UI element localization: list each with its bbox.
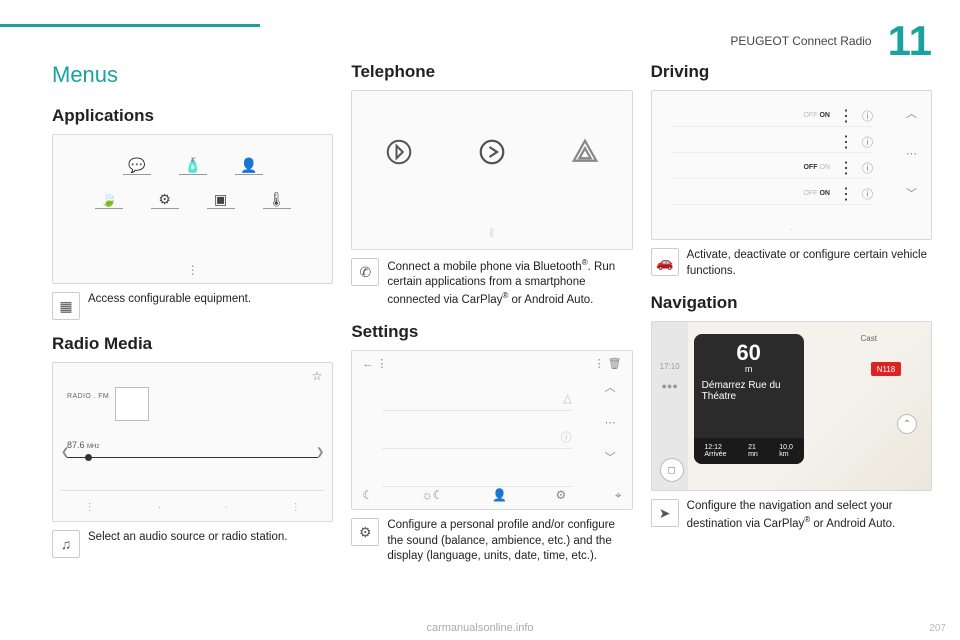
chevron-down-icon: ﹀ (605, 449, 616, 465)
location-icon: ⌖ (615, 488, 622, 503)
driving-desc: Activate, deactivate or configure certai… (687, 248, 932, 279)
telephone-desc: Connect a mobile phone via Bluetooth®. R… (387, 258, 632, 308)
overflow-dots: ⋮ (53, 263, 332, 277)
applications-desc: Access configurable equipment. (88, 292, 333, 308)
app-icon: 🧴 (179, 157, 207, 175)
nav-instruction-card: 60 m Démarrez Rue du Théatre 12:12Arrivé… (694, 334, 804, 464)
profile-icon: 👤 (492, 488, 507, 503)
map-poi-label: Cast (861, 334, 877, 343)
prev-icon: ❮ (61, 447, 69, 458)
phone-icon: ✆ (351, 258, 379, 286)
telephone-heading: Telephone (351, 62, 632, 82)
clock-value: 17:10 (660, 362, 680, 371)
column-2: Telephone ᛒ ✆ Connect (351, 62, 632, 602)
settings-desc: Configure a personal profile and/or conf… (387, 518, 632, 565)
page-dot-icon: · (158, 502, 161, 513)
radio-media-desc: Select an audio source or radio station. (88, 530, 333, 546)
applications-screenshot: 💬 🧴 👤 🍃 ⚙ ▣ 🌡 ⋮ (52, 134, 333, 284)
menu-dots-icon: ⋮ (291, 502, 301, 513)
music-note-icon: ♫ (52, 530, 80, 558)
dots-icon: ●●● (662, 381, 678, 391)
navigation-heading: Navigation (651, 293, 932, 313)
watermark: carmanualsonline.info (0, 622, 960, 634)
road-badge: N118 (871, 362, 901, 376)
bluetooth-small-icon: ᛒ (352, 228, 631, 239)
info-icon: ⓘ (862, 108, 873, 124)
column-3: Driving ︿ ⋯ ﹀ OFFON ⋮ ⓘ ⋮ ⓘ OFFON (651, 62, 932, 602)
app-icon: 💬 (123, 157, 151, 175)
trash-icon: ⋮ 🗑 (594, 357, 622, 370)
nav-street: Démarrez Rue du Théatre (702, 380, 796, 402)
menus-heading: Menus (52, 62, 333, 88)
chevron-down-icon: ﹀ (906, 185, 917, 201)
driving-heading: Driving (651, 62, 932, 82)
gear-icon: ⚙ (351, 518, 379, 546)
info-icon: ⓘ (862, 160, 873, 176)
compass-icon: ⌃ (897, 414, 917, 434)
app-icon: 🍃 (95, 191, 123, 209)
brightness-icon: ☼☾ (422, 488, 444, 503)
radio-media-heading: Radio Media (52, 334, 333, 354)
menu-dots-icon: ⋮ (85, 502, 95, 513)
telephone-screenshot: ᛒ (351, 90, 632, 250)
info-icon: ⓘ (862, 186, 873, 202)
chevron-up-icon: ︿ (605, 379, 616, 395)
station-art-placeholder (115, 387, 149, 421)
radio-media-screenshot: ☆ RADIO . FM 87.6 MHz ❮ ❯ ⋮ · · ⋮ (52, 362, 333, 522)
bluetooth-icon (384, 137, 414, 174)
radio-source-label: RADIO . FM (67, 393, 109, 400)
app-icon: ⚙ (151, 191, 179, 209)
ellipsis-icon: ⋯ (605, 416, 616, 429)
navigation-desc: Configure the navigation and select your… (687, 499, 932, 532)
nav-arrow-icon: ➤ (651, 499, 679, 527)
frequency-unit: MHz (87, 444, 99, 450)
carplay-icon (477, 137, 507, 174)
header-title: PEUGEOT Connect Radio (730, 34, 871, 48)
info-icon: ⓘ (862, 134, 873, 150)
tuning-slider (67, 457, 318, 458)
back-icon: ← ⋮ (362, 357, 387, 370)
settings-screenshot: ← ⋮ ⋮ 🗑 ︿ ⋯ ﹀ △ ⓘ ☾ ☼☾ 👤 ⚙ ⌖ (351, 350, 632, 510)
grid-icon: ▦ (52, 292, 80, 320)
menu-dots-icon: ⋮ (838, 184, 854, 204)
stop-nav-icon: ◻ (660, 458, 684, 482)
favorite-icon: ☆ (312, 369, 323, 383)
menu-dots-icon: ⋮ (838, 132, 854, 152)
app-icon: 🌡 (263, 191, 291, 209)
android-auto-icon (570, 137, 600, 174)
settings-heading: Settings (351, 322, 632, 342)
warning-icon: △ (563, 392, 571, 405)
running-header: PEUGEOT Connect Radio 11 (730, 20, 932, 62)
nav-distance: 60 (702, 342, 796, 364)
gear-icon: ⚙ (556, 488, 567, 503)
car-icon: 🚗 (651, 248, 679, 276)
page-number: 207 (929, 623, 946, 634)
applications-heading: Applications (52, 106, 333, 126)
app-icon: 👤 (235, 157, 263, 175)
menu-dots-icon: ⋮ (838, 106, 854, 126)
page-dot-icon: · (652, 224, 931, 235)
driving-screenshot: ︿ ⋯ ﹀ OFFON ⋮ ⓘ ⋮ ⓘ OFFON ⋮ ⓘ (651, 90, 932, 240)
navigation-screenshot: 17:10 ●●● 60 m Démarrez Rue du Théatre 1… (651, 321, 932, 491)
info-icon: ⓘ (561, 429, 572, 445)
frequency-value: 87.6 (67, 440, 85, 450)
ellipsis-icon: ⋯ (906, 147, 917, 160)
page-dot-icon: · (224, 502, 227, 513)
menu-dots-icon: ⋮ (838, 158, 854, 178)
app-icon: ▣ (207, 191, 235, 209)
next-icon: ❯ (316, 447, 324, 458)
chevron-up-icon: ︿ (906, 105, 917, 121)
night-mode-icon: ☾ (362, 488, 373, 503)
nav-distance-unit: m (702, 364, 796, 374)
column-1: Menus Applications 💬 🧴 👤 🍃 ⚙ ▣ 🌡 (52, 62, 333, 602)
frequency-readout: 87.6 MHz (67, 440, 99, 450)
accent-rule (0, 24, 260, 27)
chapter-number: 11 (888, 20, 932, 62)
